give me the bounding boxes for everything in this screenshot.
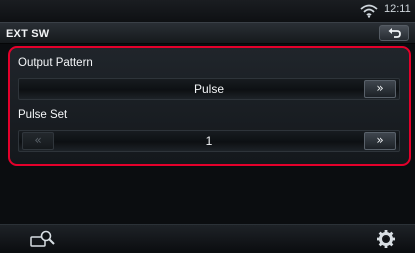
output-pattern-next-button[interactable]: » [364,80,396,98]
screen-title: EXT SW [6,28,50,40]
gear-icon [377,230,395,248]
output-pattern-control: Pulse » [18,78,400,100]
pulse-set-control: « 1 » [18,130,400,152]
settings-panel: Output Pattern Pulse » Pulse Set « 1 » [8,46,411,166]
pulse-set-value: 1 [205,134,213,148]
title-bar: EXT SW [0,22,415,44]
pulse-set-next-button[interactable]: » [364,132,396,150]
output-pattern-value: Pulse [193,82,225,96]
display-search-button[interactable] [30,229,56,249]
output-pattern-label: Output Pattern [18,57,93,69]
pulse-set-label: Pulse Set [18,109,68,121]
return-arrow-icon [388,28,401,38]
settings-button[interactable] [375,229,401,249]
wifi-icon [360,3,378,18]
status-bar: 12:11 [0,0,415,22]
display-search-icon [30,230,55,247]
bottom-bar [0,224,415,252]
clock: 12:11 [384,3,411,15]
back-button[interactable] [379,25,409,41]
